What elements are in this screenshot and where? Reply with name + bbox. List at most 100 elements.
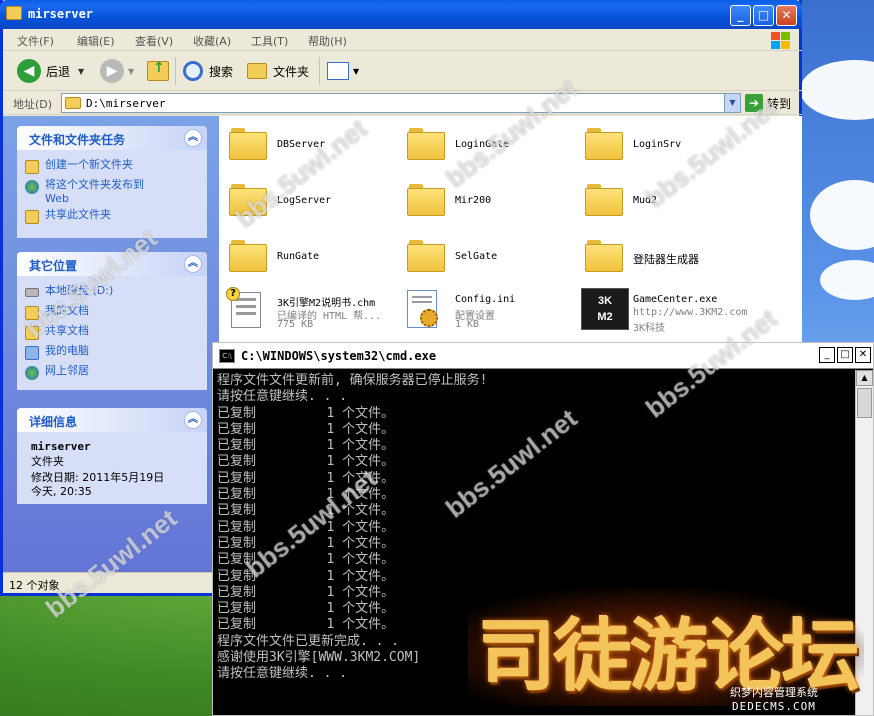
task-pane: 文件和文件夹任务 ︽ 创建一个新文件夹 将这个文件夹发布到 Web 共享此文件夹 (3, 116, 219, 572)
windows-logo-icon (768, 30, 792, 50)
maximize-button[interactable]: □ (753, 5, 774, 26)
console-icon: C:\ (219, 349, 235, 363)
folder-icon (229, 240, 267, 272)
collapse-icon[interactable]: ︽ (184, 411, 202, 429)
console-line: 已复制 1 个文件。 (217, 568, 395, 584)
cmd-title: C:\WINDOWS\system32\cmd.exe (241, 349, 437, 363)
menu-edit[interactable]: 编辑(E) (77, 33, 115, 49)
file-name: Config.ini (455, 294, 516, 305)
forward-arrow-icon: ▶ (100, 59, 124, 83)
file-item[interactable]: RunGate (219, 232, 394, 278)
folder-icon (407, 240, 445, 272)
menu-file[interactable]: 文件(F) (17, 33, 54, 49)
panel-header[interactable]: 文件和文件夹任务 ︽ (17, 126, 207, 150)
file-name: SelGate (455, 251, 498, 262)
panel-title: 其它位置 (29, 259, 78, 273)
file-item[interactable]: Config.ini 配置设置 1 KB (397, 286, 572, 332)
forward-button[interactable]: ▶ ▼ (100, 59, 134, 83)
folder-icon (65, 97, 81, 109)
details-name: mirserver (31, 440, 91, 453)
folder-icon (6, 6, 22, 20)
minimize-button[interactable]: _ (730, 5, 751, 26)
menu-bar: 文件(F) 编辑(E) 查看(V) 收藏(A) 工具(T) 帮助(H) (3, 29, 802, 51)
disk-drive-icon (25, 288, 39, 297)
folders-icon (247, 63, 267, 79)
console-line: 已复制 1 个文件。 (217, 470, 395, 486)
file-folder-tasks-panel: 文件和文件夹任务 ︽ 创建一个新文件夹 将这个文件夹发布到 Web 共享此文件夹 (17, 126, 207, 238)
collapse-icon[interactable]: ︽ (184, 129, 202, 147)
folder-icon (585, 128, 623, 160)
new-folder-icon (25, 160, 39, 174)
explorer-titlebar[interactable]: mirserver _ □ ✕ (0, 0, 802, 29)
scroll-up-icon[interactable]: ▲ (856, 370, 873, 386)
place-network[interactable]: 网上邻居 (17, 364, 207, 384)
task-share-folder[interactable]: 共享此文件夹 (17, 208, 207, 228)
task-publish-web[interactable]: 将这个文件夹发布到 Web (17, 178, 207, 208)
chevron-down-icon[interactable]: ▼ (78, 67, 84, 76)
panel-title: 文件和文件夹任务 (29, 133, 126, 147)
folder-icon (585, 240, 623, 272)
folder-icon (407, 184, 445, 216)
file-item[interactable]: ? 3K引擎M2说明书.chm 已编译的 HTML 帮... 775 KB (219, 286, 394, 332)
details-panel: 详细信息 ︽ mirserver 文件夹 修改日期: 2011年5月19日 今天… (17, 408, 207, 504)
file-item[interactable]: 3K M2 GameCenter.exe http://www.3KM2.com … (575, 286, 750, 334)
task-label: 共享此文件夹 (45, 208, 111, 221)
back-label: 后退 (46, 64, 71, 79)
collapse-icon[interactable]: ︽ (184, 255, 202, 273)
help-file-icon: ? (226, 287, 261, 328)
panel-header[interactable]: 详细信息 ︽ (17, 408, 207, 432)
close-button[interactable]: ✕ (855, 347, 871, 363)
file-size: 1 KB (455, 319, 480, 330)
close-button[interactable]: ✕ (776, 5, 797, 26)
file-item[interactable]: Mir200 (397, 176, 572, 222)
chevron-down-icon[interactable]: ▼ (128, 67, 134, 76)
details-time: 今天, 20:35 (31, 485, 92, 498)
folders-label: 文件夹 (273, 64, 310, 79)
folders-button[interactable]: 文件夹 (247, 59, 309, 83)
address-input[interactable]: D:\mirserver ▼ (61, 93, 741, 113)
console-line: 已复制 1 个文件。 (217, 552, 395, 568)
menu-favorites[interactable]: 收藏(A) (193, 33, 231, 49)
cmd-titlebar[interactable]: C:\ C:\WINDOWS\system32\cmd.exe _ □ ✕ (213, 343, 873, 369)
chevron-down-icon[interactable]: ▼ (353, 67, 359, 76)
place-my-computer[interactable]: 我的电脑 (17, 344, 207, 364)
menu-tools[interactable]: 工具(T) (251, 33, 288, 49)
panel-title: 详细信息 (29, 415, 78, 429)
file-item[interactable]: 登陆器生成器 (575, 232, 750, 278)
file-name: 登陆器生成器 (633, 253, 699, 266)
search-icon (183, 61, 203, 81)
console-line: 请按任意键继续. . . (217, 389, 348, 405)
search-label: 搜索 (209, 64, 234, 79)
search-button[interactable]: 搜索 (183, 59, 233, 83)
place-label: 我的电脑 (45, 344, 89, 357)
folder-icon (229, 128, 267, 160)
file-name: RunGate (277, 251, 320, 262)
up-folder-button[interactable]: ↑ (147, 59, 169, 83)
up-folder-icon: ↑ (147, 60, 169, 81)
minimize-button[interactable]: _ (819, 347, 835, 363)
maximize-button[interactable]: □ (837, 347, 853, 363)
address-label: 地址(D) (13, 98, 53, 111)
back-button[interactable]: ◀ 后退 ▼ (17, 59, 84, 83)
task-label: 创建一个新文件夹 (45, 158, 133, 171)
menu-view[interactable]: 查看(V) (135, 33, 173, 49)
file-item[interactable]: SelGate (397, 232, 572, 278)
globe-icon (25, 180, 39, 194)
gamecenter-app-icon: 3K M2 (581, 288, 629, 330)
folder-icon (585, 184, 623, 216)
details-type: 文件夹 (31, 455, 64, 468)
toolbar: ◀ 后退 ▼ ▶ ▼ ↑ 搜索 文件夹 ▼ (3, 51, 802, 91)
dedecms-tag: DEDECMS.COM (732, 700, 816, 713)
scroll-thumb[interactable] (857, 388, 872, 418)
chevron-down-icon[interactable]: ▼ (724, 94, 740, 112)
menu-help[interactable]: 帮助(H) (308, 33, 347, 49)
address-bar: 地址(D) D:\mirserver ▼ ➔ 转到 (3, 91, 802, 115)
my-computer-icon (25, 346, 39, 360)
back-arrow-icon: ◀ (17, 59, 41, 83)
file-company: 3K科技 (633, 323, 666, 334)
views-icon (327, 62, 349, 80)
console-line: 已复制 1 个文件。 (217, 487, 395, 503)
task-new-folder[interactable]: 创建一个新文件夹 (17, 158, 207, 178)
views-button[interactable]: ▼ (327, 59, 359, 83)
address-value: D:\mirserver (86, 97, 166, 110)
